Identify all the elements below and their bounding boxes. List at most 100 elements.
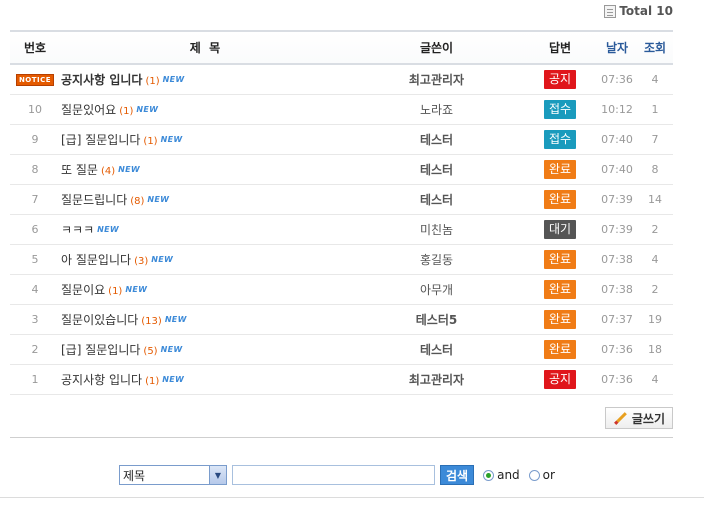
status-badge: 공지 xyxy=(544,69,576,89)
table-row: 6 ㅋㅋㅋ NEW 미친놈 대기 07:39 2 xyxy=(10,214,673,245)
comment-count: (3) xyxy=(134,255,149,267)
status-badge: 완료 xyxy=(544,249,576,269)
new-icon: NEW xyxy=(136,104,159,114)
post-title-link[interactable]: 질문이요 xyxy=(61,283,105,297)
row-answer-cell: 공지 xyxy=(523,364,597,395)
comment-count: (5) xyxy=(143,345,158,357)
comment-count: (4) xyxy=(100,165,116,177)
col-header-date[interactable]: 날자 xyxy=(597,30,637,65)
row-author[interactable]: 테스터 xyxy=(350,154,523,185)
status-badge: 공지 xyxy=(544,369,576,389)
row-time: 07:38 xyxy=(597,244,637,275)
row-number: 1 xyxy=(10,364,60,395)
table-row: NOTICE 공지사항 입니다 (1) NEW 최고관리자 공지 07:36 4 xyxy=(10,64,673,95)
row-author[interactable]: 테스터 xyxy=(350,124,523,155)
row-number: 5 xyxy=(10,244,60,275)
radio-or[interactable]: or xyxy=(528,468,555,482)
new-icon: NEW xyxy=(164,314,187,324)
post-title-link[interactable]: 질문있어요 xyxy=(61,103,116,117)
row-time: 07:36 xyxy=(597,334,637,365)
row-number: 6 xyxy=(10,214,60,245)
table-body: NOTICE 공지사항 입니다 (1) NEW 최고관리자 공지 07:36 4 10 질문있어요… xyxy=(10,64,673,395)
write-button-label: 글쓰기 xyxy=(631,411,665,426)
row-views: 4 xyxy=(637,364,673,395)
new-icon: NEW xyxy=(97,224,120,234)
row-number: 2 xyxy=(10,334,60,365)
radio-and[interactable]: and xyxy=(483,468,520,482)
row-title-cell: [급] 질문입니다 (5) NEW xyxy=(60,334,350,365)
radio-or-dot[interactable] xyxy=(528,469,540,481)
row-author[interactable]: 최고관리자 xyxy=(350,64,523,95)
row-title-cell: 질문이있습니다 (13) NEW xyxy=(60,304,350,335)
row-title-cell: 또 질문 (4) NEW xyxy=(60,154,350,185)
search-field-select[interactable]: 제목 ▼ xyxy=(119,465,227,485)
row-views: 4 xyxy=(637,244,673,275)
row-views: 14 xyxy=(637,184,673,215)
comment-count: (1) xyxy=(145,75,160,87)
table-row: 9 [급] 질문입니다 (1) NEW 테스터 접수 07:40 7 xyxy=(10,124,673,155)
new-icon: NEW xyxy=(162,374,185,384)
post-title-link[interactable]: 질문이있습니다 xyxy=(61,313,138,327)
post-title-link[interactable]: 공지사항 입니다 xyxy=(61,73,142,87)
row-views: 1 xyxy=(637,94,673,125)
table-row: 8또 질문 (4) NEW 테스터 완료 07:40 8 xyxy=(10,154,673,185)
post-title-link[interactable]: 아 질문입니다 xyxy=(61,253,131,267)
row-number: 7 xyxy=(10,184,60,215)
table-row: 5아 질문입니다 (3) NEW 홍길동 완료 07:38 4 xyxy=(10,244,673,275)
row-author[interactable]: 노라죠 xyxy=(350,94,523,125)
row-number: 8 xyxy=(10,154,60,185)
post-title-link[interactable]: ㅋㅋㅋ xyxy=(61,223,94,237)
row-views: 4 xyxy=(637,64,673,95)
table-header-row: 번호 제 목 글쓴이 답변 날자 조회 xyxy=(10,30,673,65)
search-field-value: 제목 xyxy=(123,468,146,483)
radio-or-label: or xyxy=(542,468,555,482)
row-answer-cell: 완료 xyxy=(523,244,597,275)
post-title-link[interactable]: 공지사항 입니다 xyxy=(61,373,142,387)
row-author[interactable]: 최고관리자 xyxy=(350,364,523,395)
row-author[interactable]: 아무개 xyxy=(350,274,523,305)
radio-and-dot[interactable] xyxy=(483,469,495,481)
row-author[interactable]: 테스터 xyxy=(350,184,523,215)
col-header-views[interactable]: 조회 xyxy=(637,30,673,65)
row-author[interactable]: 테스터 xyxy=(350,334,523,365)
row-title-cell: 공지사항 입니다 (1) NEW xyxy=(60,64,350,95)
notice-badge: NOTICE xyxy=(15,73,55,86)
row-author[interactable]: 미친놈 xyxy=(350,214,523,245)
row-views: 2 xyxy=(637,274,673,305)
row-author[interactable]: 테스터5 xyxy=(350,304,523,335)
row-time: 07:40 xyxy=(597,124,637,155)
search-button[interactable]: 검색 xyxy=(440,465,475,485)
radio-and-label: and xyxy=(497,468,520,482)
status-badge: 완료 xyxy=(544,309,576,329)
post-title-link[interactable]: [급] 질문입니다 xyxy=(61,133,140,147)
comment-count: (1) xyxy=(108,285,123,297)
col-header-answer: 답변 xyxy=(523,30,597,65)
row-views: 2 xyxy=(637,214,673,245)
row-author[interactable]: 홍길동 xyxy=(350,244,523,275)
row-time: 07:36 xyxy=(597,64,637,95)
row-title-cell: [급] 질문입니다 (1) NEW xyxy=(60,124,350,155)
row-number: 4 xyxy=(10,274,60,305)
table-row: 2 [급] 질문입니다 (5) NEW 테스터 완료 07:36 18 xyxy=(10,334,673,365)
status-badge: 완료 xyxy=(544,159,576,179)
row-answer-cell: 완료 xyxy=(523,274,597,305)
post-title-link[interactable]: 또 질문 xyxy=(61,163,98,177)
search-input[interactable] xyxy=(232,465,435,485)
col-header-no: 번호 xyxy=(10,30,60,65)
write-button[interactable]: 글쓰기 xyxy=(604,407,673,429)
new-icon: NEW xyxy=(162,74,185,84)
row-views: 19 xyxy=(637,304,673,335)
chevron-down-icon[interactable]: ▼ xyxy=(209,466,226,484)
table-row: 7 질문드립니다 (8) NEW 테스터 완료 07:39 14 xyxy=(10,184,673,215)
comment-count: (8) xyxy=(130,195,145,207)
post-title-link[interactable]: 질문드립니다 xyxy=(61,193,127,207)
row-views: 8 xyxy=(637,154,673,185)
pencil-icon xyxy=(614,411,627,425)
row-title-cell: 아 질문입니다 (3) NEW xyxy=(60,244,350,275)
row-number: 10 xyxy=(10,94,60,125)
row-answer-cell: 대기 xyxy=(523,214,597,245)
post-title-link[interactable]: [급] 질문입니다 xyxy=(61,343,140,357)
board-table: 번호 제 목 글쓴이 답변 날자 조회 NOTICE 공지사항 입니다 (1) NEW… xyxy=(10,30,673,395)
new-icon: NEW xyxy=(147,194,170,204)
col-header-title: 제 목 xyxy=(60,30,350,65)
